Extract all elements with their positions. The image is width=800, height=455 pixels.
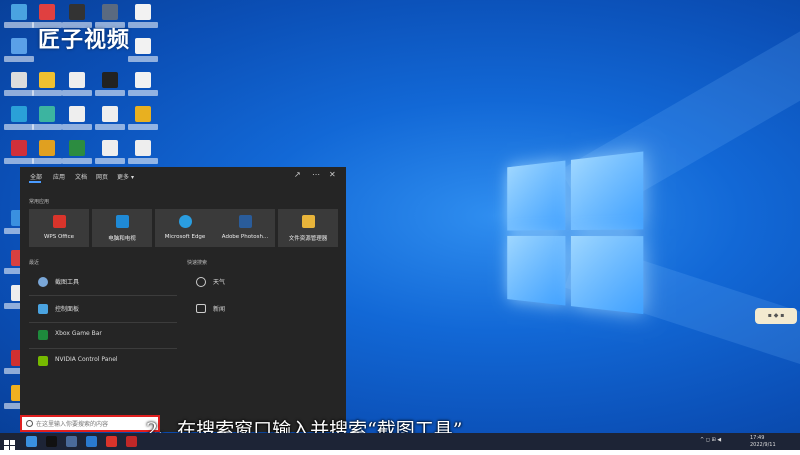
desktop-icon[interactable]: [128, 4, 158, 34]
recent-item-label: 截图工具: [55, 279, 80, 286]
weather-icon: [196, 277, 206, 287]
search-input[interactable]: [36, 418, 156, 430]
top-app-label: WPS Office: [43, 234, 75, 240]
notification-bubble[interactable]: ▪ ◆ ▪: [755, 308, 797, 324]
desktop-icon[interactable]: [4, 106, 34, 136]
wps-taskbar-icon[interactable]: [106, 436, 117, 447]
recent-item-label: NVIDIA Control Panel: [55, 356, 118, 363]
folder-icon: [302, 215, 315, 228]
tab-documents[interactable]: 文档: [75, 172, 87, 181]
desktop-icon[interactable]: [4, 38, 34, 68]
recent-item-label: Xbox Game Bar: [55, 330, 102, 337]
clock-time: 17:49: [750, 435, 765, 441]
desktop-icon[interactable]: [128, 38, 158, 68]
clock-date: 2022/9/11: [750, 442, 776, 448]
top-app-label: Microsoft Edge: [164, 234, 206, 240]
control-panel-icon: [38, 304, 48, 314]
desktop-icon[interactable]: [4, 140, 34, 170]
news-icon: [196, 304, 206, 313]
tab-apps[interactable]: 应用: [53, 172, 65, 181]
top-app-edge[interactable]: Microsoft Edge: [155, 209, 215, 247]
tiktok-icon[interactable]: [46, 436, 57, 447]
taskbar-search-box[interactable]: [20, 415, 160, 432]
taskbar-app-icon[interactable]: [66, 436, 77, 447]
recent-item-nvidia-control-panel[interactable]: NVIDIA Control Panel: [38, 351, 178, 371]
recent-item-label: 控制面板: [55, 306, 80, 313]
more-options-icon[interactable]: ⋯: [312, 170, 320, 179]
taskbar-app-icon[interactable]: [126, 436, 137, 447]
top-app-label: Adobe Photosh...: [221, 234, 269, 240]
tray-icons: ^ ◻ ⊞ ◀: [700, 437, 722, 443]
desktop-icon[interactable]: [128, 72, 158, 102]
tab-more-label: 更多: [117, 174, 130, 181]
wps-icon: [53, 215, 66, 228]
divider: [29, 322, 177, 323]
active-tab-indicator: [29, 181, 41, 183]
top-app-photoshop[interactable]: Adobe Photosh...: [215, 209, 275, 247]
snipping-icon: [38, 277, 48, 287]
quick-search-label: 新闻: [213, 306, 226, 313]
desktop-icon[interactable]: [32, 72, 62, 102]
desktop-icon[interactable]: [95, 72, 125, 102]
chevron-down-icon: ▾: [130, 174, 134, 181]
tab-all[interactable]: 全部: [30, 172, 42, 181]
close-icon[interactable]: ✕: [329, 170, 336, 179]
recent-item-xbox-game-bar[interactable]: Xbox Game Bar: [38, 325, 178, 345]
top-app-wps-office[interactable]: WPS Office: [29, 209, 89, 247]
taskbar-app-icon[interactable]: [86, 436, 97, 447]
tab-web[interactable]: 网页: [96, 172, 108, 181]
desktop-icon[interactable]: [95, 140, 125, 170]
tab-more[interactable]: 更多 ▾: [117, 172, 134, 181]
desktop-icon[interactable]: [4, 4, 34, 34]
system-tray[interactable]: ^ ◻ ⊞ ◀ 17:49 2022/9/11: [700, 434, 796, 449]
desktop-icon[interactable]: [32, 106, 62, 136]
desktop-icon[interactable]: [32, 140, 62, 170]
desktop-icon[interactable]: [95, 106, 125, 136]
xbox-icon: [38, 330, 48, 340]
edge-icon: [179, 215, 192, 228]
top-app-media[interactable]: 电脑和电视: [92, 209, 152, 247]
notification-icon: ▪ ◆ ▪: [767, 312, 785, 319]
start-icon[interactable]: [4, 436, 15, 451]
recent-heading: 最近: [29, 260, 40, 266]
feedback-icon[interactable]: ↗: [294, 170, 301, 179]
top-app-file-explorer[interactable]: 文件资源管理器: [278, 209, 338, 247]
divider: [29, 348, 177, 349]
quick-search-label: 天气: [213, 279, 226, 286]
top-app-label: 电脑和电视: [108, 236, 136, 242]
top-apps-heading: 常用应用: [29, 199, 50, 205]
desktop-icon[interactable]: [128, 106, 158, 136]
nvidia-icon: [38, 356, 48, 366]
desktop-icon[interactable]: [62, 140, 92, 170]
taskbar: [0, 433, 800, 450]
video-watermark: 匠子视频: [38, 28, 131, 53]
divider: [29, 295, 177, 296]
top-app-label: 文件资源管理器: [288, 236, 328, 242]
quick-search-news[interactable]: 新闻: [196, 299, 336, 319]
desktop-icon[interactable]: [128, 140, 158, 170]
quick-search-weather[interactable]: 天气: [196, 272, 336, 292]
recent-item-control-panel[interactable]: 控制面板: [38, 299, 178, 319]
search-icon: [26, 420, 33, 427]
quick-search-heading: 快速搜索: [187, 260, 208, 266]
recent-item-snipping-tool[interactable]: 截图工具: [38, 272, 178, 292]
windows-logo-wallpaper: [507, 151, 648, 319]
desktop-icon[interactable]: [62, 106, 92, 136]
desktop-icon[interactable]: [62, 72, 92, 102]
photoshop-icon: [239, 215, 252, 228]
desktop-icon[interactable]: [4, 72, 34, 102]
media-icon: [116, 215, 129, 228]
taskbar-app-icon[interactable]: [26, 436, 37, 447]
